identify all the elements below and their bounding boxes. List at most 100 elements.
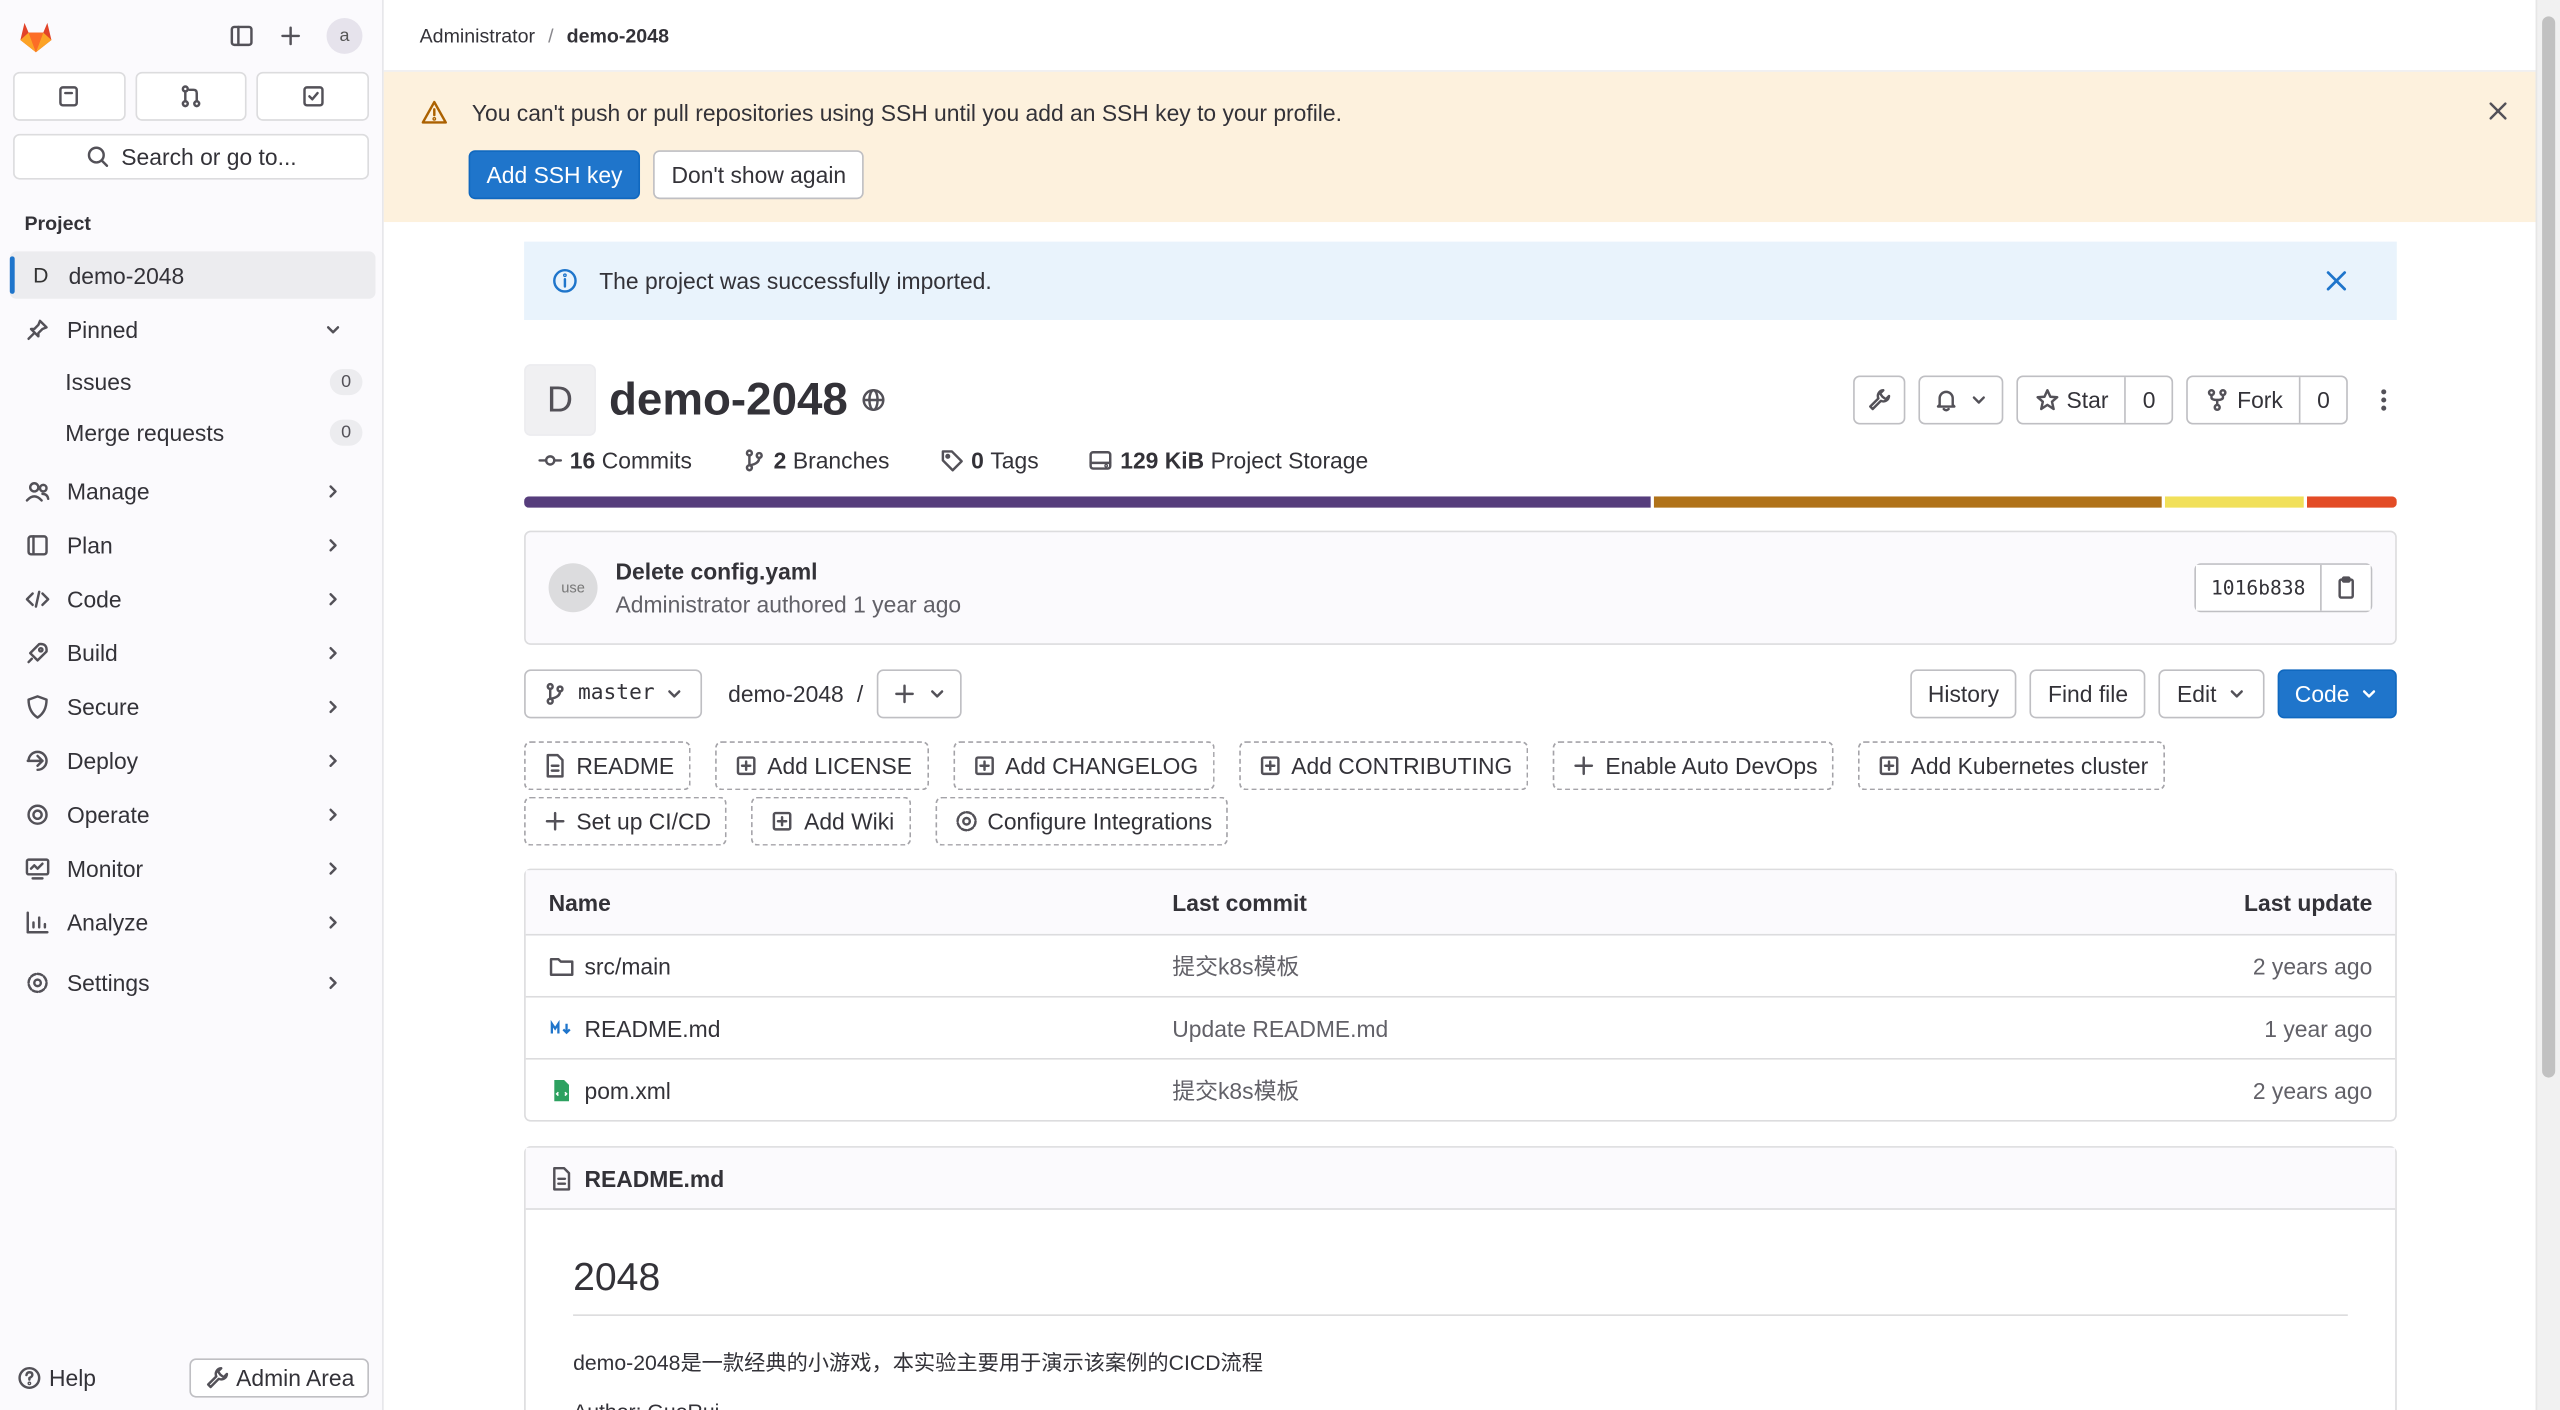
search-button[interactable]: Search or go to... [13,133,369,180]
storage-stat[interactable]: 129 KiB Project Storage [1088,447,1369,474]
readme-shortcut[interactable]: README [524,741,691,791]
sidebar-item-pinned[interactable]: Pinned [0,302,382,356]
file-last-commit-link[interactable]: 提交k8s模板 [1172,953,1299,979]
user-avatar[interactable]: a [326,17,363,54]
issues-icon [59,86,79,107]
commit-icon [538,455,563,466]
configure-integrations-shortcut[interactable]: Configure Integrations [935,796,1229,846]
add-license-shortcut[interactable]: Add LICENSE [714,741,929,791]
sidebar-project-item[interactable]: D demo-2048 [9,251,376,299]
shortcut-label: Enable Auto DevOps [1605,752,1818,779]
enable-auto-devops-shortcut[interactable]: Enable Auto DevOps [1553,741,1834,791]
shortcut-label: Add CONTRIBUTING [1291,752,1513,779]
commits-stat[interactable]: 16 Commits [537,447,692,473]
sidebar-item-analyze[interactable]: Analyze [0,895,382,949]
branch-icon [546,682,564,705]
language-segment[interactable] [524,496,1652,508]
warning-icon [421,100,447,124]
file-last-commit-link[interactable]: Update README.md [1172,1015,1388,1041]
new-item-plus-icon[interactable] [278,23,304,49]
language-segment[interactable] [2307,496,2397,508]
plus-square-icon [773,811,793,831]
language-segment[interactable] [1654,496,2162,508]
sidebar-item-merge-requests[interactable]: Merge requests 0 [0,407,382,458]
add-kubernetes-cluster-shortcut[interactable]: Add Kubernetes cluster [1858,741,2165,791]
help-button[interactable]: Help [16,1365,96,1391]
find-file-button[interactable]: Find file [2030,668,2147,718]
stat-label: Project Storage [1210,447,1369,474]
star-count[interactable]: 0 [2124,377,2172,423]
admin-area-button[interactable]: Admin Area [188,1358,369,1398]
sidebar-item-issues[interactable]: Issues 0 [0,356,382,407]
add-changelog-shortcut[interactable]: Add CHANGELOG [952,741,1215,791]
table-row[interactable]: pom.xml 提交k8s模板 2 years ago [525,1057,2396,1120]
table-row[interactable]: README.md Update README.md 1 year ago [525,995,2396,1058]
sidebar-item-plan[interactable]: Plan [0,518,382,572]
fork-count[interactable]: 0 [2299,377,2346,423]
sidebar-item-manage[interactable]: Manage [0,464,382,518]
add-contributing-shortcut[interactable]: Add CONTRIBUTING [1239,741,1529,791]
branch-selector[interactable]: master [524,668,703,718]
file-last-commit-link[interactable]: 提交k8s模板 [1172,1077,1299,1103]
scrollbar-thumb[interactable] [2542,16,2556,1078]
sidebar-item-build[interactable]: Build [0,625,382,679]
fork-label: Fork [2237,386,2283,414]
file-name-link[interactable]: pom.xml [585,1077,671,1103]
commit-author-avatar[interactable]: use [548,563,598,613]
plus-square-icon [974,756,994,776]
wrench-icon [1868,388,1890,411]
sidebar-item-code[interactable]: Code [0,571,382,625]
copy-sha-button[interactable] [2320,564,2371,611]
close-icon[interactable] [2485,98,2511,124]
sidebar-item-monitor[interactable]: Monitor [0,841,382,895]
assigned-issues-button[interactable] [13,71,126,121]
file-name-link[interactable]: README.md [585,1015,721,1041]
add-ssh-key-button[interactable]: Add SSH key [468,150,641,200]
merge-requests-button[interactable] [134,71,248,121]
more-actions-icon[interactable] [2371,387,2397,413]
commit-sha[interactable]: 1016b838 [2196,564,2321,611]
fork-button[interactable]: Fork [2188,377,2299,423]
breadcrumb-parent[interactable]: Administrator [420,24,535,47]
sidebar-item-secure[interactable]: Secure [0,679,382,733]
add-wiki-shortcut[interactable]: Add Wiki [751,796,911,846]
breadcrumb-current[interactable]: demo-2048 [567,24,669,47]
planning-icon [27,534,48,555]
code-dropdown[interactable]: Code [2276,668,2397,718]
project-shortcuts: README Add LICENSE Add CHANGELOG Add CON… [524,741,2320,846]
main-content: Administrator / demo-2048 You can't push… [383,0,2560,1410]
notifications-dropdown[interactable] [1917,375,2003,425]
gitlab-logo-icon[interactable] [16,16,55,55]
settings-icon [955,811,977,832]
todo-list-button[interactable] [256,71,370,121]
close-icon[interactable] [2322,266,2351,295]
history-button[interactable]: History [1909,668,2017,718]
star-button[interactable]: Star [2018,377,2125,423]
sidebar-item-settings[interactable]: Settings [0,955,382,1009]
sidebar-item-operate[interactable]: Operate [0,787,382,841]
monitor-icon [25,857,50,879]
chevron-right-icon [329,807,337,821]
set-up-ci-cd-shortcut[interactable]: Set up CI/CD [524,796,728,846]
dont-show-again-button[interactable]: Don't show again [653,150,865,200]
page-scrollbar[interactable] [2535,0,2560,1410]
readme-filename[interactable]: README.md [585,1165,725,1191]
file-name-link[interactable]: src/main [585,953,671,979]
sidebar-toggle-icon[interactable] [229,23,255,49]
chevron-right-icon [329,700,337,713]
language-segment[interactable] [2164,496,2305,508]
edit-label: Edit [2177,680,2217,707]
project-avatar: D [524,364,596,436]
repository-language-bar[interactable] [524,496,2397,508]
branches-stat[interactable]: 2 Branches [741,447,889,473]
add-to-tree-dropdown[interactable] [876,668,962,718]
sidebar-item-deploy[interactable]: Deploy [0,733,382,787]
users-icon [25,481,50,501]
edit-dropdown[interactable]: Edit [2159,668,2264,718]
tags-stat[interactable]: 0 Tags [938,447,1039,473]
path-root-link[interactable]: demo-2048 [728,680,844,706]
table-row[interactable]: src/main 提交k8s模板 2 years ago [525,933,2396,996]
commit-title[interactable]: Delete config.yaml [616,558,962,584]
project-settings-button[interactable] [1852,375,1905,425]
tag-icon [941,450,963,472]
